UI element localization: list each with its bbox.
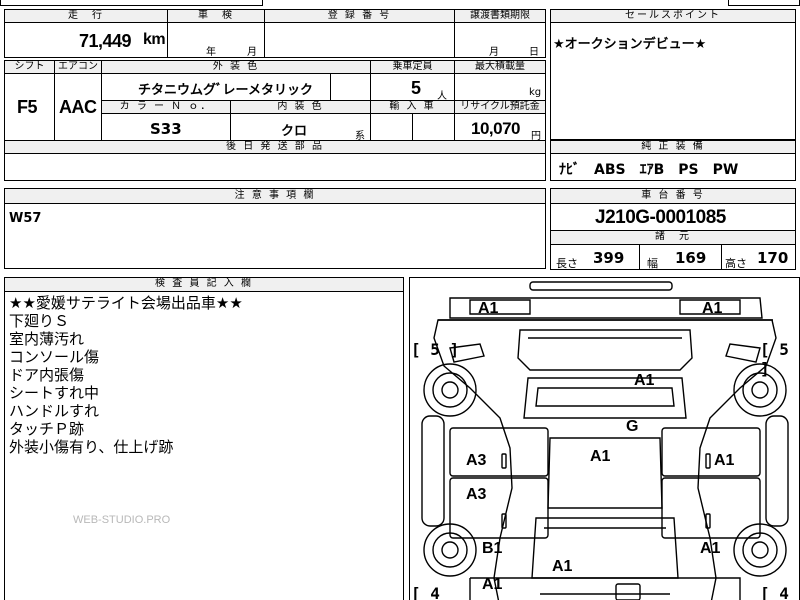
damage-mark: B1 — [482, 540, 503, 557]
tire-tread-label: [ 4 — [411, 584, 440, 600]
inspector-line: ハンドルすれ — [9, 402, 100, 420]
shift-value: F5 — [17, 97, 38, 117]
tire-tread-label: [ 4 — [760, 584, 789, 600]
aircon-header: エアコン — [54, 60, 102, 74]
notes-cell: W57 — [4, 203, 546, 269]
exterior-color-sub-cell — [330, 73, 371, 101]
inspection-year: 年 — [206, 47, 216, 58]
recycle-value: 10,070 — [471, 119, 521, 138]
width-label: 幅 — [647, 257, 658, 270]
inspection-month: 月 — [247, 47, 257, 58]
transfer-cell: 月 日 — [454, 22, 546, 58]
dimensions-header: 諸 元 — [550, 230, 796, 245]
height-value: 170 — [757, 249, 789, 267]
damage-mark: A1 — [478, 300, 499, 317]
chassis-header: 車 台 番 号 — [550, 188, 796, 204]
inspector-line: コンソール傷 — [9, 348, 100, 366]
inspection-cell: 年 月 — [167, 22, 265, 58]
color-no-cell: S33 — [101, 113, 231, 141]
max-load-header: 最大積載量 — [454, 60, 546, 74]
capacity-header: 乗車定員 — [370, 60, 455, 74]
damage-mark: A1 — [590, 448, 611, 465]
width-value: 169 — [675, 249, 707, 267]
interior-color-cell: クロ 系 — [230, 113, 371, 142]
interior-color-value: クロ — [281, 124, 308, 139]
max-load-cell: kg — [454, 73, 546, 101]
tire-tread-label: [ 5 ] — [760, 340, 789, 378]
damage-mark: A1 — [482, 576, 503, 593]
dim-divider-1 — [639, 245, 640, 269]
car-outline — [421, 281, 789, 600]
shift-cell: F5 — [4, 73, 55, 141]
exterior-color-value: チタニウムグﾞレーメタリック — [138, 83, 313, 98]
equipment-header: 純 正 装 備 — [550, 140, 796, 154]
damage-mark: A3 — [466, 452, 487, 469]
notes-header: 注 意 事 項 欄 — [4, 188, 546, 204]
max-load-unit: kg — [529, 87, 542, 98]
inspector-header: 検 査 員 記 入 欄 — [4, 277, 404, 292]
exterior-color-header: 外 装 色 — [101, 60, 371, 74]
inspector-line: 外装小傷有り、仕上げ跡 — [9, 438, 174, 456]
transfer-month: 月 — [489, 47, 499, 58]
inspector-line: 室内薄汚れ — [9, 330, 85, 348]
height-label: 高さ — [725, 257, 747, 270]
interior-color-header: 内 装 色 — [230, 100, 371, 114]
car-diagram-panel: A1 A1 A1 G A1 A3 A1 A3 B1 A1 A1 A1 [ 5 ]… — [409, 277, 800, 600]
damage-mark: A1 — [700, 540, 721, 557]
damage-mark: A1 — [702, 300, 723, 317]
inspector-line: 下廻りＳ — [9, 312, 70, 330]
mileage-unit: km — [143, 31, 166, 48]
chassis-number: J210G-0001085 — [595, 207, 726, 228]
damage-mark: G — [626, 418, 639, 435]
length-label: 長さ — [556, 257, 578, 270]
color-no-value: S33 — [150, 120, 182, 138]
import-header: 輸 入 車 — [370, 100, 455, 114]
inspector-line: シートすれ中 — [9, 384, 100, 402]
aircon-value: AAC — [59, 97, 97, 117]
inspector-line: ★★愛媛サテライト会場出品車★★ — [9, 294, 243, 312]
recycle-cell: 10,070 円 — [454, 113, 546, 142]
inspector-cell: ★★愛媛サテライト会場出品車★★ 下廻りＳ 室内薄汚れ コンソール傷 ドア内張傷… — [4, 291, 404, 600]
sales-point-header: セールスポイント — [550, 9, 796, 23]
damage-mark: A1 — [714, 452, 735, 469]
sales-point-text: ★オークションデビュー★ — [553, 37, 707, 52]
capacity-value: 5 — [411, 78, 421, 98]
shift-header: シフト — [4, 60, 55, 74]
length-value: 399 — [593, 249, 625, 267]
parts-cell — [4, 153, 546, 181]
top-strip — [0, 0, 263, 6]
mileage-value: 71,449 — [79, 31, 132, 51]
watermark: WEB-STUDIO.PRO — [73, 514, 171, 526]
inspector-line: タッチＰ跡 — [9, 420, 85, 438]
import-cell-a — [370, 113, 413, 141]
exterior-color-cell: チタニウムグﾞレーメタリック — [101, 73, 331, 101]
dimensions-cell: 長さ 399 幅 169 高さ 170 — [550, 244, 796, 270]
sales-point-cell: ★オークションデビュー★ — [550, 22, 796, 140]
equipment-value: ﾅﾋﾞ ABS ｴｱB PS PW — [559, 162, 739, 178]
color-no-header: カ ラ ー Ｎ ｏ． — [101, 100, 231, 114]
registration-cell — [264, 22, 455, 58]
top-strip-right — [728, 0, 800, 6]
registration-header: 登 録 番 号 — [264, 9, 455, 23]
transfer-header: 譲渡書類期限 — [454, 9, 546, 23]
recycle-header: リサイクル預託金 — [454, 100, 546, 114]
inspection-header: 車 検 — [167, 9, 265, 23]
inspector-lines: ★★愛媛サテライト会場出品車★★ 下廻りＳ 室内薄汚れ コンソール傷 ドア内張傷… — [9, 294, 243, 456]
equipment-cell: ﾅﾋﾞ ABS ｴｱB PS PW — [550, 153, 796, 181]
mileage-header: 走 行 — [4, 9, 168, 23]
notes-value: W57 — [9, 211, 42, 226]
damage-mark: A1 — [634, 372, 655, 389]
aircon-cell: AAC — [54, 73, 102, 141]
damage-mark: A3 — [466, 486, 487, 503]
transfer-day: 日 — [529, 47, 539, 58]
capacity-cell: 5 人 — [370, 73, 455, 102]
chassis-cell: J210G-0001085 — [550, 203, 796, 231]
dim-divider-2 — [721, 245, 722, 269]
import-cell-b — [412, 113, 455, 141]
inspector-line: ドア内張傷 — [9, 366, 85, 384]
parts-header: 後 日 発 送 部 品 — [4, 140, 546, 154]
mileage-cell: 71,449 km — [4, 22, 168, 58]
damage-mark: A1 — [552, 558, 573, 575]
tire-tread-label: [ 5 ] — [411, 340, 460, 359]
